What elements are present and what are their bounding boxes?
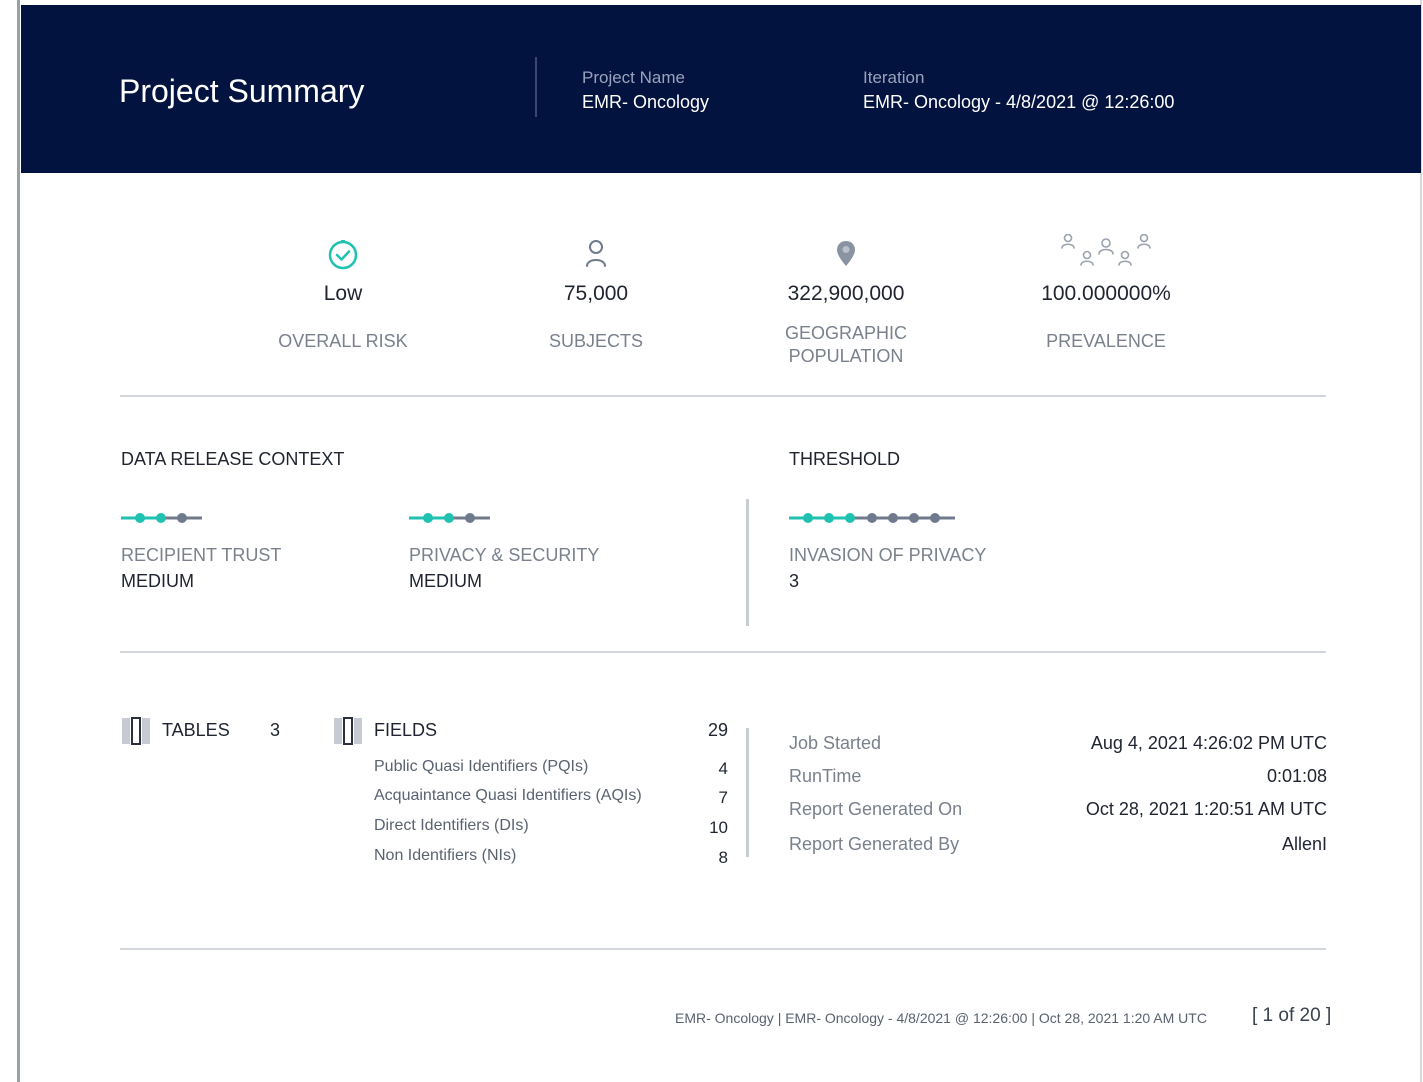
iteration-label: Iteration <box>863 68 925 87</box>
privacy-security-level-indicator <box>409 513 490 523</box>
field-row-label: Public Quasi Identifiers (PQIs) <box>374 758 589 775</box>
project-name-value: EMR- Oncology <box>582 92 710 112</box>
divider-context <box>120 651 1326 653</box>
fields-job-divider <box>746 728 749 857</box>
metric-prevalence: 100.000000% PREVALENCE <box>976 234 1236 353</box>
metric-overall-risk: Low OVERALL RISK <box>213 234 473 353</box>
table-icon <box>122 717 150 745</box>
footer-text: EMR- Oncology | EMR- Oncology - 4/8/2021… <box>675 1010 1207 1026</box>
divider-footer <box>120 948 1326 950</box>
tables-label: TABLES <box>162 720 230 740</box>
prevalence-value: 100.000000% <box>1041 282 1171 305</box>
subjects-label: SUBJECTS <box>548 331 644 351</box>
people-group-icon <box>976 234 1236 274</box>
invasion-of-privacy-label: INVASION OF PRIVACY <box>789 545 987 565</box>
invasion-of-privacy-level-indicator <box>789 513 955 523</box>
job-started-value: Aug 4, 2021 4:26:02 PM UTC <box>1090 733 1327 753</box>
field-row-count: 10 <box>709 818 728 837</box>
field-row-count: 7 <box>718 788 728 807</box>
field-row-count: 8 <box>718 848 728 867</box>
runtime-value: 0:01:08 <box>1266 766 1327 786</box>
field-row-label: Non Identifiers (NIs) <box>374 847 517 864</box>
field-row-label: Acquaintance Quasi Identifiers (AQIs) <box>374 787 642 804</box>
header-divider <box>535 57 537 117</box>
project-name-label: Project Name <box>582 68 685 87</box>
report-generated-on-value: Oct 28, 2021 1:20:51 AM UTC <box>1085 799 1327 819</box>
overall-risk-label: OVERALL RISK <box>278 331 408 351</box>
person-icon <box>466 234 726 274</box>
tables-count: 3 <box>270 720 281 740</box>
recipient-trust-level-indicator <box>121 513 202 523</box>
job-started-label: Job Started <box>789 733 882 753</box>
check-circle-icon <box>213 234 473 274</box>
overall-risk-value: Low <box>323 282 363 305</box>
metric-geographic-population: 322,900,000 GEOGRAPHIC POPULATION <box>716 234 976 368</box>
prevalence-label: PREVALENCE <box>1046 331 1166 351</box>
privacy-security-label: PRIVACY & SECURITY <box>409 545 600 565</box>
geographic-population-value: 322,900,000 <box>787 282 905 305</box>
fields-label: FIELDS <box>374 720 438 740</box>
report-generated-on-label: Report Generated On <box>789 799 963 819</box>
invasion-of-privacy-value: 3 <box>789 571 800 591</box>
page-indicator: [ 1 of 20 ] <box>1252 1005 1332 1026</box>
divider-metrics <box>120 395 1326 397</box>
geographic-population-label: GEOGRAPHIC POPULATION <box>784 323 908 366</box>
report-header: Project Summary Project Name EMR- Oncolo… <box>21 5 1421 173</box>
subjects-value: 75,000 <box>563 282 629 305</box>
context-threshold-divider <box>746 499 749 626</box>
report-generated-by-value: AllenI <box>1281 834 1327 854</box>
metric-subjects: 75,000 SUBJECTS <box>466 234 726 353</box>
page-left-edge <box>17 0 20 1082</box>
recipient-trust-label: RECIPIENT TRUST <box>121 545 282 565</box>
field-row-label: Direct Identifiers (DIs) <box>374 817 529 834</box>
runtime-label: RunTime <box>789 766 862 786</box>
report-generated-by-label: Report Generated By <box>789 834 960 854</box>
map-pin-icon <box>716 234 976 274</box>
fields-icon <box>334 717 362 745</box>
threshold-title: THRESHOLD <box>789 449 901 469</box>
fields-count: 29 <box>707 720 728 740</box>
iteration-value: EMR- Oncology - 4/8/2021 @ 12:26:00 <box>863 92 1175 112</box>
field-row-count: 4 <box>718 759 728 778</box>
page-title: Project Summary <box>119 73 365 109</box>
data-release-context-title: DATA RELEASE CONTEXT <box>121 449 345 469</box>
recipient-trust-value: MEDIUM <box>121 571 194 591</box>
privacy-security-value: MEDIUM <box>409 571 482 591</box>
